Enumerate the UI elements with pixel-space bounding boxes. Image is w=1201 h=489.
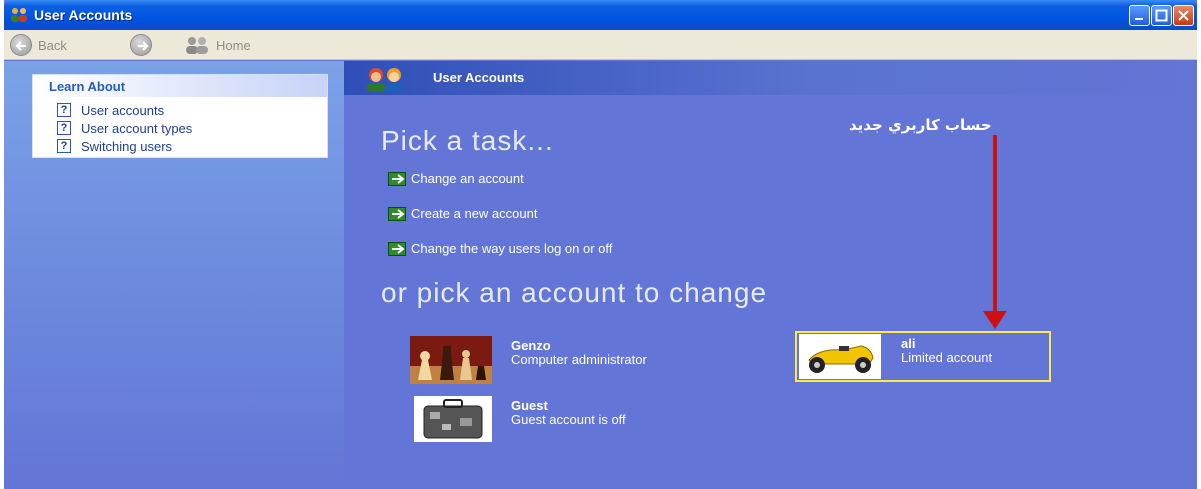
learn-item-label: Switching users bbox=[81, 138, 173, 154]
toolbar: Back Home bbox=[4, 30, 1197, 60]
maximize-icon bbox=[1155, 9, 1168, 22]
pick-task-heading: Pick a task... bbox=[381, 125, 554, 156]
race-car-icon bbox=[799, 334, 881, 379]
pick-account-heading: or pick an account to change bbox=[381, 277, 768, 308]
left-task-pane: Learn About ? User accounts ? User accou… bbox=[4, 61, 344, 489]
home-label: Home bbox=[216, 37, 251, 53]
back-arrow-icon bbox=[10, 34, 32, 56]
account-type: Limited account bbox=[901, 350, 993, 365]
main-header-title: User Accounts bbox=[433, 70, 525, 85]
account-type: Guest account is off bbox=[511, 412, 626, 427]
task-change-logon[interactable]: Change the way users log on or off bbox=[388, 241, 612, 256]
account-name: ali bbox=[901, 336, 916, 351]
main-content: User Accounts Pick a task... Change an a… bbox=[344, 61, 1197, 489]
task-label: Change the way users log on or off bbox=[411, 241, 613, 256]
account-tile-ali[interactable]: ali Limited account bbox=[795, 331, 1051, 382]
close-button[interactable] bbox=[1173, 5, 1194, 26]
account-tile-genzo[interactable]: Genzo Computer administrator bbox=[410, 336, 710, 384]
learn-item-switching-users[interactable]: ? Switching users bbox=[33, 137, 327, 155]
green-arrow-icon bbox=[388, 206, 406, 221]
annotation-arrow-icon bbox=[983, 311, 1007, 329]
learn-about-heading: Learn About bbox=[33, 75, 327, 97]
minimize-icon bbox=[1135, 18, 1143, 20]
back-button[interactable]: Back bbox=[10, 34, 67, 56]
back-label: Back bbox=[38, 37, 67, 53]
task-change-account[interactable]: Change an account bbox=[388, 171, 524, 186]
help-icon: ? bbox=[57, 121, 71, 135]
green-arrow-icon bbox=[388, 171, 406, 186]
account-name: Guest bbox=[511, 398, 548, 413]
forward-button[interactable] bbox=[130, 34, 152, 56]
learn-about-panel: Learn About ? User accounts ? User accou… bbox=[32, 74, 328, 158]
chess-pieces-icon bbox=[410, 336, 492, 384]
window-title: User Accounts bbox=[34, 7, 133, 23]
close-icon bbox=[1178, 10, 1189, 21]
user-accounts-window: User Accounts Back Home Learn About ? Us… bbox=[4, 0, 1197, 489]
green-arrow-icon bbox=[388, 241, 406, 256]
annotation-arrow-line bbox=[993, 135, 997, 315]
main-header: User Accounts bbox=[344, 61, 1197, 95]
title-bar[interactable]: User Accounts bbox=[4, 0, 1197, 30]
learn-item-label: User accounts bbox=[81, 102, 165, 118]
learn-item-user-account-types[interactable]: ? User account types bbox=[33, 119, 327, 137]
users-icon bbox=[367, 68, 403, 92]
users-app-icon bbox=[11, 8, 27, 22]
account-name: Genzo bbox=[511, 338, 551, 353]
help-icon: ? bbox=[57, 103, 71, 117]
home-button[interactable]: Home bbox=[184, 34, 251, 56]
learn-item-label: User account types bbox=[81, 120, 193, 136]
account-type: Computer administrator bbox=[511, 352, 647, 367]
task-label: Change an account bbox=[411, 171, 524, 186]
minimize-button[interactable] bbox=[1129, 5, 1150, 26]
home-users-icon bbox=[186, 37, 208, 54]
task-label: Create a new account bbox=[411, 206, 538, 221]
forward-arrow-icon bbox=[130, 34, 152, 56]
suitcase-icon bbox=[414, 396, 492, 442]
task-create-account[interactable]: Create a new account bbox=[388, 206, 537, 221]
learn-item-user-accounts[interactable]: ? User accounts bbox=[33, 101, 327, 119]
maximize-button[interactable] bbox=[1151, 5, 1172, 26]
annotation-text: حساب كاربري جديد bbox=[849, 116, 992, 134]
help-icon: ? bbox=[57, 139, 71, 153]
account-tile-guest[interactable]: Guest Guest account is off bbox=[414, 396, 714, 444]
